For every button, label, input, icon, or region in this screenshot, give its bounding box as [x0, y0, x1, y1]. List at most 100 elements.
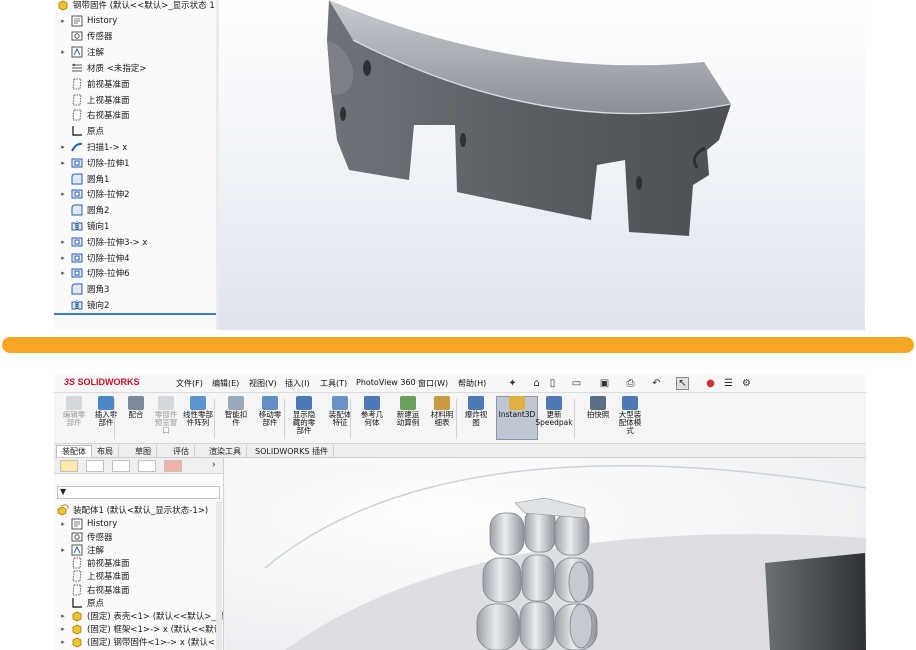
ribbon-button-label: 显示隐 藏的零 部件: [292, 410, 316, 435]
ribbon-button[interactable]: 参考几 何体: [354, 396, 390, 427]
ribbon-button[interactable]: 线性零部 件阵列: [180, 396, 216, 427]
tree-item[interactable]: 原点: [58, 124, 104, 139]
ribbon-button[interactable]: 更新 Speedpak: [535, 396, 573, 427]
tree-item[interactable]: 前视基准面: [58, 76, 130, 91]
expand-arrow-icon[interactable]: ▸: [58, 159, 68, 167]
file-properties-icon[interactable]: ☰: [722, 377, 735, 390]
tree-item[interactable]: ▸ History: [58, 13, 117, 28]
tree-item[interactable]: 镜向2: [58, 297, 109, 312]
tree-item[interactable]: 材质 <未指定>: [58, 60, 146, 75]
ribbon-button-icon: [509, 396, 525, 410]
chevron-right-icon[interactable]: ›: [212, 460, 216, 470]
tree-root-part[interactable]: 钢带固件 (默认<<默认>_显示状态 1: [54, 0, 215, 12]
ribbon-button[interactable]: 零部件 预览窗 口: [148, 396, 184, 435]
ribbon-button-icon: [228, 396, 244, 410]
tree-filter-input[interactable]: ▼: [57, 486, 220, 499]
ribbon-button-label: 编辑零 部件: [62, 410, 86, 427]
print-icon[interactable]: ⎙: [624, 377, 637, 390]
tree-item[interactable]: ▸ 切除-拉伸2: [58, 187, 129, 202]
menu-item[interactable]: 视图(V): [249, 378, 277, 389]
ribbon-button-label: 装配体 特征: [328, 410, 352, 427]
expand-arrow-icon[interactable]: ▸: [58, 638, 68, 646]
expand-arrow-icon[interactable]: ▸: [58, 48, 68, 56]
pin-icon[interactable]: ✦: [506, 377, 519, 390]
menu-item[interactable]: 文件(F): [176, 378, 203, 389]
ribbon-button[interactable]: 材料明 细表: [424, 396, 460, 427]
expand-arrow-icon[interactable]: ▸: [58, 612, 68, 620]
ribbon-button[interactable]: 移动零 部件: [252, 396, 288, 427]
tree-item[interactable]: ▸ 切除-拉伸3-> x: [58, 234, 147, 249]
property-manager-tab[interactable]: [86, 460, 104, 472]
undo-icon[interactable]: ↶: [650, 377, 663, 390]
tree-item[interactable]: ▸ 扫描1-> x: [58, 139, 127, 154]
graphics-area-assembly[interactable]: [225, 458, 866, 650]
tree-item[interactable]: 右视基准面: [58, 108, 130, 123]
expand-arrow-icon[interactable]: ▸: [58, 17, 68, 25]
menu-item[interactable]: 插入(I): [285, 378, 310, 389]
menu-item[interactable]: 帮助(H): [458, 378, 486, 389]
ribbon-button-icon: [128, 396, 144, 410]
tree-item[interactable]: ▸ 切除-拉伸6: [58, 266, 129, 281]
feature-manager-tab[interactable]: [60, 460, 78, 472]
tree-item[interactable]: 圆角1: [58, 171, 109, 186]
tree-item[interactable]: 镜向1: [58, 218, 109, 233]
display-manager-tab[interactable]: [164, 460, 182, 472]
tree-item-label: 右视基准面: [87, 585, 130, 596]
command-tab[interactable]: 评估: [168, 445, 195, 457]
ribbon-separator: [574, 399, 575, 439]
ribbon-button[interactable]: 编辑零 部件: [56, 396, 92, 427]
tree-scrollbar-bottom[interactable]: [216, 502, 222, 650]
tree-item[interactable]: 上视基准面: [58, 92, 130, 107]
part-icon: [56, 0, 70, 11]
menu-item[interactable]: 编辑(E): [212, 378, 239, 389]
ribbon-button[interactable]: 显示隐 藏的零 部件: [286, 396, 322, 435]
ribbon-button[interactable]: 爆炸视 图: [458, 396, 494, 427]
expand-arrow-icon[interactable]: ▸: [58, 546, 68, 554]
expand-arrow-icon[interactable]: ▸: [58, 520, 68, 528]
fillet-icon: [70, 173, 84, 185]
tree-item[interactable]: 圆角2: [58, 203, 109, 218]
expand-arrow-icon[interactable]: ▸: [58, 238, 68, 246]
menu-item[interactable]: 窗口(W): [418, 378, 448, 389]
ribbon-button-label: 拍快照: [586, 410, 610, 419]
ribbon-button[interactable]: 拍快照: [580, 396, 616, 419]
tree-item[interactable]: 圆角3: [58, 282, 109, 297]
tree-item[interactable]: ▸ 注解: [58, 45, 104, 60]
dimxpert-manager-tab[interactable]: [138, 460, 156, 472]
expand-arrow-icon[interactable]: ▸: [58, 625, 68, 633]
command-tab[interactable]: 渲染工具: [204, 445, 247, 457]
expand-arrow-icon[interactable]: ▸: [58, 254, 68, 262]
options-gear-icon[interactable]: ⚙: [740, 377, 753, 390]
traffic-light-icon[interactable]: ●: [704, 377, 717, 390]
tree-item[interactable]: ▸ (固定) 钢带固件<1>-> x (默认<<I: [58, 635, 223, 650]
command-tab[interactable]: 装配体: [56, 445, 92, 457]
ribbon-button[interactable]: 装配体 特征: [322, 396, 358, 427]
command-tab[interactable]: SOLIDWORKS 插件: [250, 445, 334, 457]
graphics-area-part[interactable]: [219, 0, 865, 330]
expand-arrow-icon[interactable]: ▸: [58, 143, 68, 151]
select-cursor-icon[interactable]: ↖: [676, 377, 689, 390]
expand-arrow-icon[interactable]: ▸: [58, 269, 68, 277]
ribbon-button[interactable]: 新建运 动算例: [390, 396, 426, 427]
configuration-manager-tab[interactable]: [112, 460, 130, 472]
ribbon-button[interactable]: 智能扣 件: [218, 396, 254, 427]
ribbon-button[interactable]: Instant3D: [499, 396, 535, 419]
new-document-icon[interactable]: ▯: [546, 377, 559, 390]
tree-item[interactable]: ▸ 切除-拉伸4: [58, 250, 129, 265]
save-icon[interactable]: ▣: [598, 377, 611, 390]
expand-arrow-icon[interactable]: ▸: [58, 190, 68, 198]
command-tab[interactable]: 草图: [130, 445, 157, 457]
assembly-root[interactable]: 装配体1 (默认<默认_显示状态-1>): [54, 502, 208, 517]
tree-item-label: 扫描1-> x: [87, 142, 128, 153]
ribbon-button[interactable]: 大型装 配体模 式: [612, 396, 648, 435]
ribbon-button-icon: [190, 396, 206, 410]
tree-item[interactable]: ▸ 切除-拉伸1: [58, 155, 129, 170]
home-icon[interactable]: ⌂: [530, 377, 543, 390]
command-tab[interactable]: 布局: [92, 445, 119, 457]
menu-item[interactable]: PhotoView 360: [356, 378, 416, 387]
ribbon-button-label: 更新 Speedpak: [535, 410, 573, 427]
tree-item[interactable]: 传感器: [58, 29, 113, 44]
menu-item[interactable]: 工具(T): [320, 378, 347, 389]
tree-item-label: History: [87, 15, 118, 26]
open-folder-icon[interactable]: ▭: [570, 377, 583, 390]
